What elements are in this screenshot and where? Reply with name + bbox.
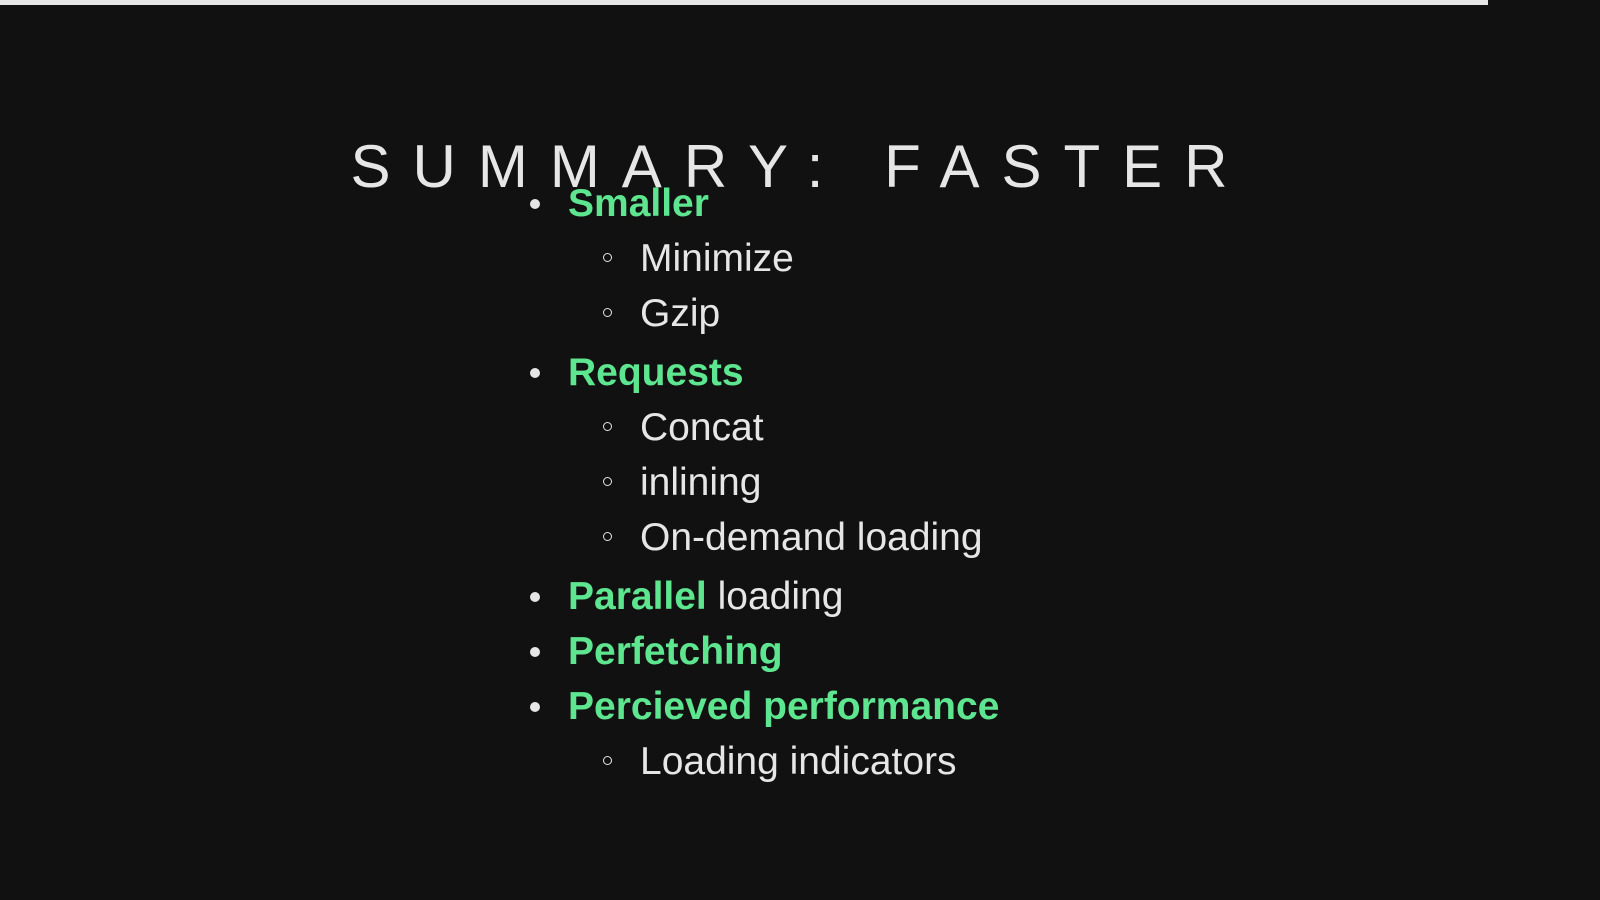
subitem-loading-indicators: Loading indicators xyxy=(570,734,999,789)
bullet-text: loading xyxy=(706,575,844,618)
bullet-item-requests: Requests xyxy=(530,345,999,400)
bullet-item-smaller: Smaller xyxy=(530,176,999,231)
subitem-inlining: inlining xyxy=(570,455,999,510)
bullet-keyword: Smaller xyxy=(568,182,709,225)
bullet-keyword: Percieved performance xyxy=(568,685,1000,728)
subitem-on-demand-loading: On-demand loading xyxy=(570,510,999,565)
summary-bullet-list: Smaller Minimize Gzip Requests Concat in… xyxy=(530,176,999,793)
bullet-item-percieved-performance: Percieved performance xyxy=(530,679,999,734)
sublist-requests: Concat inlining On-demand loading xyxy=(530,400,999,565)
sublist-smaller: Minimize Gzip xyxy=(530,231,999,341)
bullet-keyword: Requests xyxy=(568,351,744,394)
subitem-concat: Concat xyxy=(570,400,999,455)
subitem-gzip: Gzip xyxy=(570,286,999,341)
bullet-keyword: Perfetching xyxy=(568,630,783,673)
subitem-minimize: Minimize xyxy=(570,231,999,286)
sublist-container: Concat inlining On-demand loading xyxy=(530,400,999,565)
sublist-container: Loading indicators xyxy=(530,734,999,789)
sublist-container: Minimize Gzip xyxy=(530,231,999,341)
bullet-keyword: Parallel xyxy=(568,575,707,618)
bullet-item-parallel-loading: Parallel loading xyxy=(530,569,999,624)
presentation-progress-fill xyxy=(0,0,1488,5)
presentation-progress-bar xyxy=(0,0,1600,5)
sublist-percieved-performance: Loading indicators xyxy=(530,734,999,789)
bullet-item-perfetching: Perfetching xyxy=(530,624,999,679)
